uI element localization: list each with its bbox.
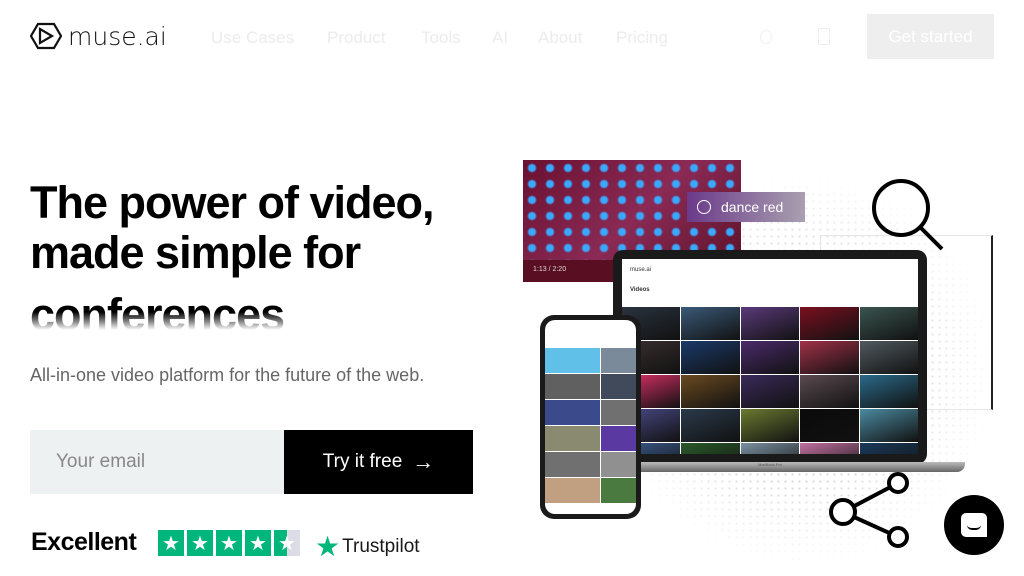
- email-input[interactable]: [30, 430, 284, 494]
- nav-product[interactable]: Product: [327, 28, 386, 48]
- search-icon[interactable]: [760, 30, 772, 44]
- video-grid: [622, 307, 918, 454]
- hero-typed-word: conferences: [30, 290, 285, 330]
- video-thumbnail: [601, 348, 636, 373]
- video-thumbnail: [859, 341, 918, 374]
- video-thumbnail: [545, 348, 601, 373]
- video-thumbnail: [601, 478, 636, 503]
- search-icon: [697, 200, 711, 214]
- arrow-right-icon: →: [412, 449, 435, 474]
- video-thumbnail: [545, 426, 601, 451]
- nav-use-cases[interactable]: Use Cases: [211, 28, 294, 48]
- share-icon: [829, 472, 909, 548]
- rating-label: Excellent: [31, 528, 137, 556]
- trustpilot-star-icon: ★: [315, 531, 341, 562]
- login-icon[interactable]: [818, 28, 830, 45]
- trustpilot-stars[interactable]: ★ ★ ★ ★ ★: [158, 530, 300, 556]
- video-thumbnail: [800, 409, 859, 442]
- phone: [540, 315, 641, 519]
- video-thumbnail: [800, 443, 859, 454]
- video-thumbnail: [601, 452, 636, 477]
- nav-tools[interactable]: Tools: [421, 28, 461, 48]
- video-thumbnail: [545, 478, 601, 503]
- chat-icon: [961, 513, 987, 537]
- chat-button[interactable]: [944, 495, 1004, 555]
- nav-ai[interactable]: AI: [492, 28, 508, 48]
- magnifier-icon: [872, 179, 944, 251]
- phone-video-grid: [545, 348, 636, 503]
- video-thumbnail: [800, 341, 859, 374]
- hero-subtitle: All-in-one video platform for the future…: [30, 365, 425, 385]
- video-thumbnail: [800, 375, 859, 408]
- video-thumbnail: [800, 307, 859, 340]
- star-icon: ★: [216, 530, 242, 556]
- brand-name[interactable]: muse.ai: [68, 22, 167, 51]
- app-name: muse.ai: [630, 267, 652, 273]
- logo-icon[interactable]: [30, 22, 62, 50]
- video-thumbnail: [859, 443, 918, 454]
- video-thumbnail: [859, 409, 918, 442]
- video-thumbnail: [545, 374, 601, 399]
- video-thumbnail: [601, 374, 636, 399]
- trustpilot-logo[interactable]: ★ Trustpilot: [315, 530, 420, 563]
- video-thumbnail: [681, 409, 740, 442]
- get-started-button[interactable]: Get started: [867, 14, 994, 59]
- video-thumbnail: [681, 443, 740, 454]
- laptop: muse.ai Videos: [613, 250, 927, 464]
- video-thumbnail: [545, 400, 601, 425]
- video-thumbnail: [681, 307, 740, 340]
- video-thumbnail: [601, 400, 636, 425]
- section-label: Videos: [630, 287, 650, 293]
- nav-about[interactable]: About: [538, 28, 582, 48]
- video-thumbnail: [681, 341, 740, 374]
- video-thumbnail: [859, 307, 918, 340]
- search-chip: dance red: [687, 192, 805, 222]
- star-icon: ★: [158, 530, 184, 556]
- video-thumbnail: [601, 426, 636, 451]
- hero-title: The power of video, made simple for: [30, 177, 435, 278]
- video-thumbnail: [740, 341, 800, 374]
- video-thumbnail: [545, 452, 601, 477]
- nav-pricing[interactable]: Pricing: [616, 28, 668, 48]
- video-thumbnail: [859, 375, 918, 408]
- video-thumbnail: [740, 409, 800, 442]
- video-thumbnail: [740, 443, 800, 454]
- star-half-icon: ★: [274, 530, 300, 556]
- try-it-free-button[interactable]: Try it free →: [284, 430, 473, 494]
- star-icon: ★: [245, 530, 271, 556]
- video-thumbnail: [740, 375, 800, 408]
- video-thumbnail: [740, 307, 800, 340]
- star-icon: ★: [187, 530, 213, 556]
- video-thumbnail: [681, 375, 740, 408]
